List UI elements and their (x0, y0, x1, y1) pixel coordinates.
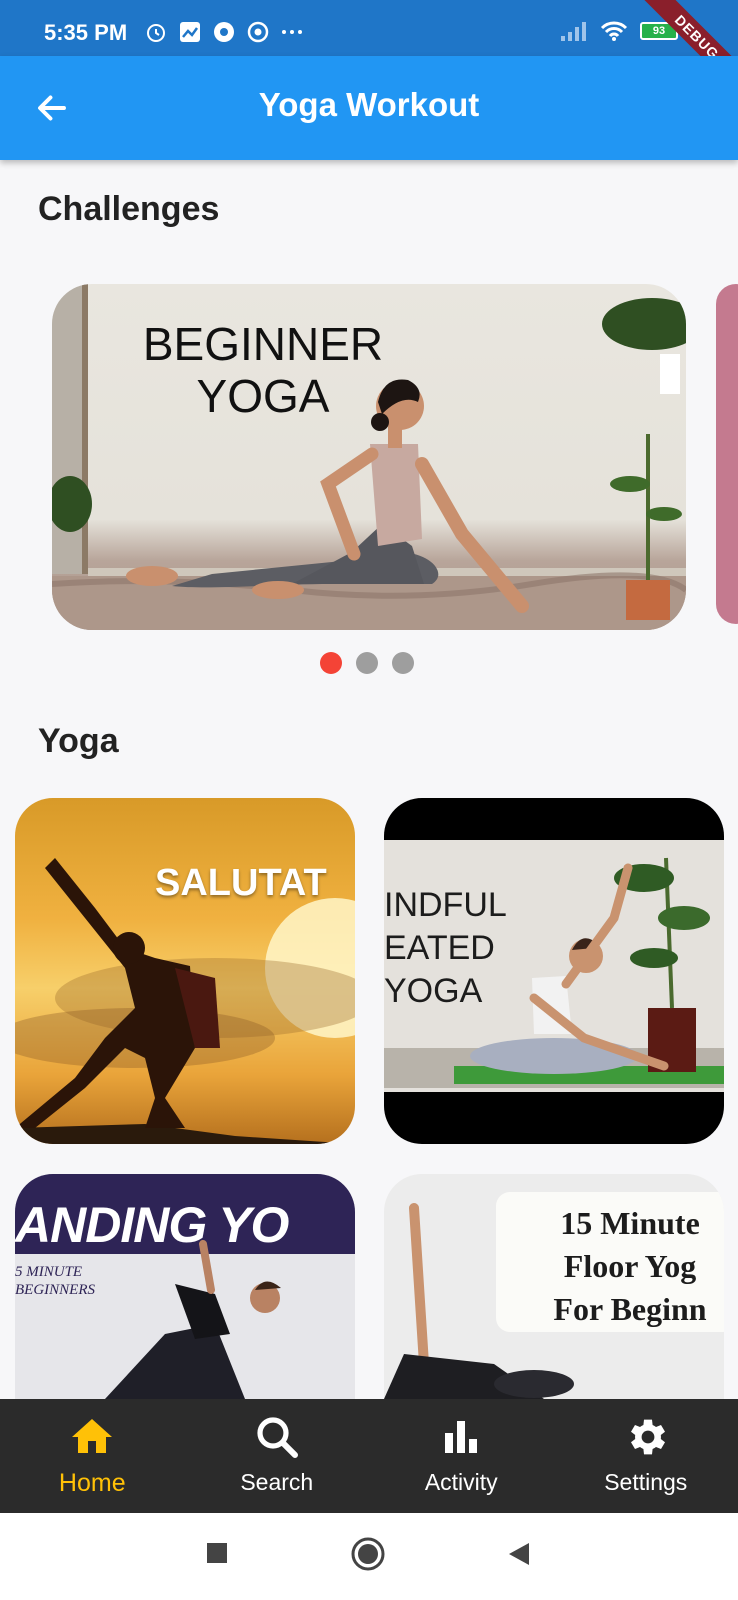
tile-3-sub2: BEGINNERS (15, 1282, 95, 1298)
nav-home[interactable]: Home (0, 1399, 185, 1513)
challenges-heading: Challenges (38, 190, 220, 228)
nav-activity-label: Activity (424, 1469, 498, 1495)
chrome-icon (214, 22, 234, 42)
tile-1-image (15, 858, 355, 1144)
more-icon (282, 30, 302, 34)
challenge-card-title: BEGINNER YOGA (132, 318, 394, 422)
tile-1-title: SALUTAT (155, 862, 327, 904)
nav-settings[interactable]: Settings (554, 1399, 738, 1513)
nav-search[interactable]: Search (185, 1399, 370, 1513)
tile-2-title: INDFUL EATED YOGA (384, 884, 507, 1013)
card-text-line2: YOGA (196, 370, 330, 422)
gear-icon (630, 1419, 665, 1455)
tile-3-title: ANDING YO (15, 1197, 289, 1253)
bottom-navigation: Home Search Activity Settings (0, 1399, 738, 1513)
tile-4-line2: Floor Yog (563, 1248, 697, 1284)
app-bar: Yoga Workout (0, 56, 738, 160)
status-time: 5:35 PM (44, 20, 128, 45)
nav-activity[interactable]: Activity (369, 1399, 554, 1513)
challenge-card[interactable]: BEGINNER YOGA (52, 284, 686, 630)
signal-icon (561, 22, 586, 41)
yoga-tile-sun-salutation[interactable]: SALUTAT (15, 798, 355, 1144)
alarm-icon (147, 24, 165, 42)
nav-search-label: Search (240, 1469, 314, 1495)
tile-2-line1: INDFUL (384, 886, 507, 924)
tile-3-sub1: 5 MINUTE (15, 1264, 83, 1280)
carousel-dot-1[interactable] (320, 652, 342, 674)
tile-4-line3: For Beginn (553, 1291, 707, 1327)
card-text-line1: BEGINNER (142, 318, 384, 370)
nav-home-label: Home (58, 1469, 126, 1497)
carousel-dot-3[interactable] (392, 652, 414, 674)
back-triangle-icon[interactable] (507, 1541, 531, 1567)
photos-icon (180, 22, 200, 42)
system-navigation-bar (0, 1513, 738, 1600)
tile-4-line1: 15 Minute (560, 1205, 700, 1241)
tile-2-line2: EATED (384, 929, 495, 967)
tile-2-line3: YOGA (384, 972, 483, 1010)
yoga-tile-standing[interactable]: ANDING YO 5 MINUTE BEGINNERS (15, 1174, 355, 1399)
carousel-dot-2[interactable] (356, 652, 378, 674)
at-icon (247, 21, 269, 43)
yoga-heading: Yoga (38, 722, 119, 760)
status-bar: 5:35 PM 93 DEBUG (0, 0, 738, 105)
page-title: Yoga Workout (258, 86, 480, 123)
yoga-tile-mindful-seated[interactable]: INDFUL EATED YOGA (384, 798, 724, 1144)
home-circle-icon[interactable] (351, 1537, 385, 1571)
nav-settings-label: Settings (604, 1469, 688, 1495)
home-icon (72, 1419, 113, 1453)
notification-icons (144, 20, 304, 44)
system-status: 93 (560, 20, 678, 42)
recents-square-icon[interactable] (205, 1541, 229, 1565)
next-challenge-card-peek[interactable] (716, 284, 738, 624)
tile-4-title: 15 Minute Floor Yog For Beginn (510, 1202, 724, 1331)
bar-chart-icon (445, 1421, 478, 1453)
carousel-indicator (320, 652, 414, 674)
search-icon (257, 1417, 298, 1458)
wifi-icon (600, 21, 628, 41)
yoga-tile-floor-yoga[interactable]: 15 Minute Floor Yog For Beginn (384, 1174, 724, 1399)
